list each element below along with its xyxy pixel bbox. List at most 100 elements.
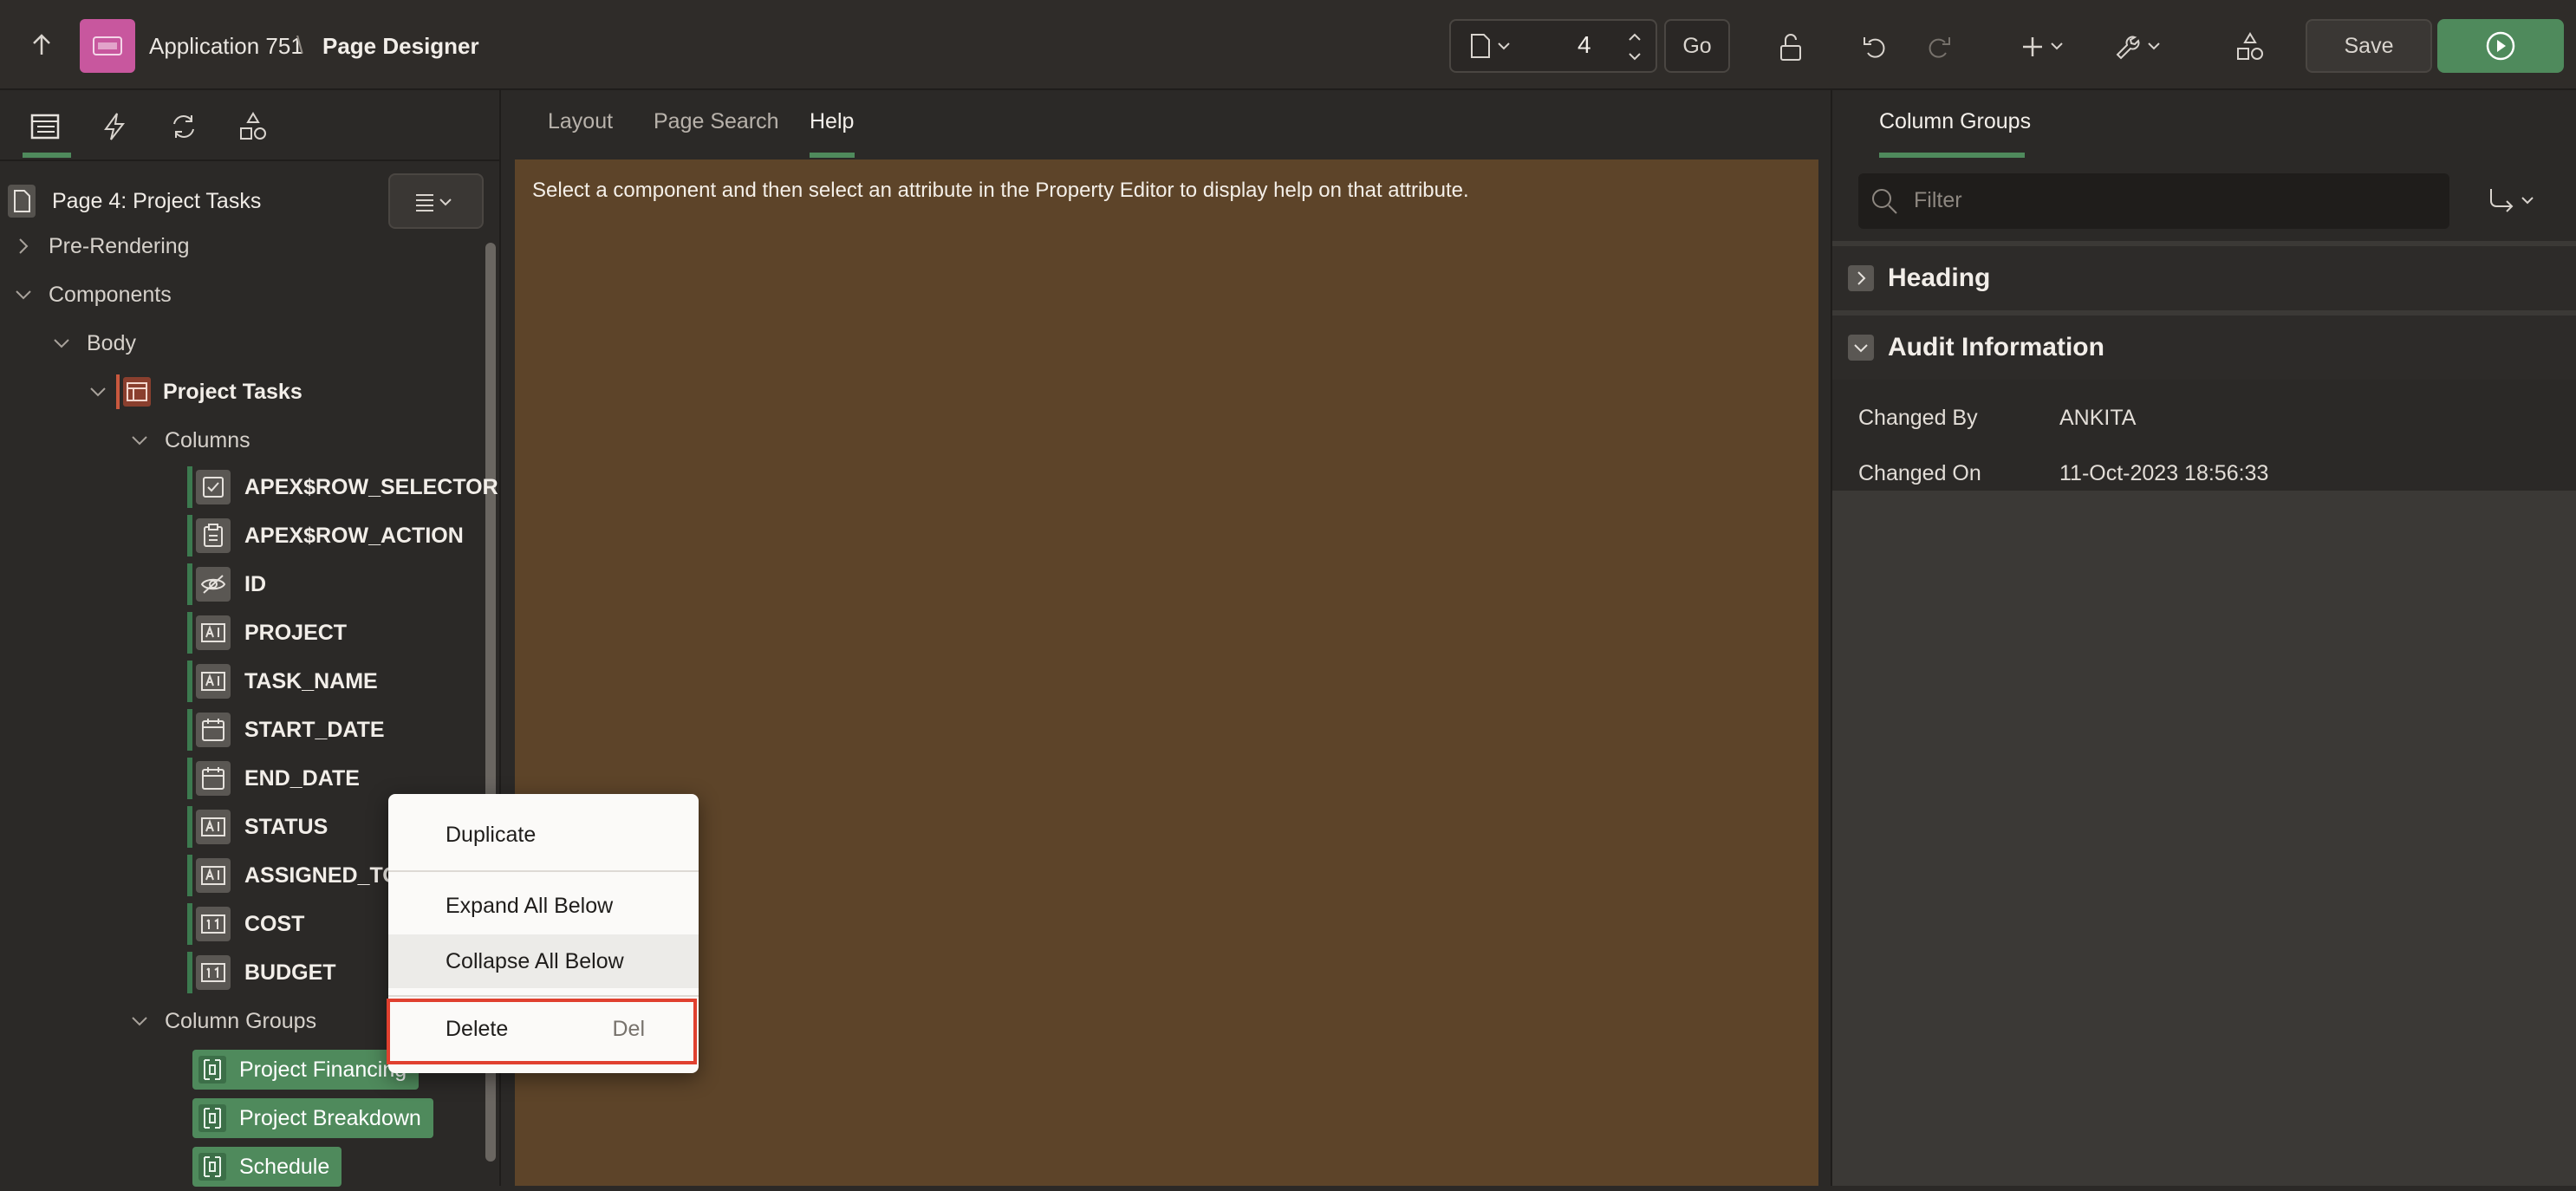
clipboard-icon — [196, 518, 231, 553]
shared-components-icon[interactable] — [2231, 28, 2269, 66]
add-menu-icon[interactable] — [2016, 29, 2073, 64]
chevron-down-icon[interactable] — [130, 431, 149, 450]
lock-icon[interactable] — [1772, 28, 1810, 66]
tree-components[interactable]: Components — [14, 270, 172, 319]
column-cost[interactable]: COST — [196, 900, 304, 948]
tab-column-groups[interactable]: Column Groups — [1879, 109, 2031, 134]
shared-components-tab-icon[interactable] — [234, 107, 272, 146]
tree-menu-button[interactable] — [388, 173, 484, 229]
undo-icon[interactable] — [1857, 28, 1895, 66]
top-toolbar: Application 751 \ Page Designer 4 Go Sav… — [0, 0, 2576, 90]
tree-label: ASSIGNED_TO — [244, 862, 400, 888]
section-heading[interactable]: Heading — [1832, 246, 2576, 310]
text-field-icon — [196, 664, 231, 699]
redo-icon[interactable] — [1919, 28, 1957, 66]
item-bar — [187, 563, 192, 605]
save-button[interactable]: Save — [2306, 19, 2432, 73]
column-group-icon — [198, 1103, 227, 1133]
tree-label: Project Breakdown — [239, 1105, 421, 1130]
item-bar — [187, 806, 192, 848]
search-icon — [1872, 189, 1897, 214]
tree-body[interactable]: Body — [52, 319, 136, 368]
item-bar — [187, 903, 192, 945]
tree-label: Pre-Rendering — [49, 233, 190, 258]
app-name-link[interactable]: Application 751 — [149, 33, 303, 60]
tree-columns[interactable]: Columns — [130, 416, 250, 465]
rendering-tab-icon[interactable] — [26, 107, 64, 146]
tree-label: APEX$ROW_SELECTOR — [244, 474, 498, 499]
processing-tab-icon[interactable] — [165, 107, 203, 146]
tree-page-node[interactable]: Page 4: Project Tasks — [7, 177, 261, 225]
column-start-date[interactable]: START_DATE — [196, 706, 385, 754]
wrench-icon[interactable] — [2110, 28, 2170, 66]
page-stepper[interactable] — [1617, 23, 1652, 71]
tree-label: Body — [87, 330, 136, 355]
go-button[interactable]: Go — [1664, 19, 1730, 73]
chevron-down-icon[interactable] — [1848, 335, 1874, 361]
column-task-name[interactable]: TASK_NAME — [196, 657, 378, 706]
column-project[interactable]: PROJECT — [196, 609, 347, 657]
tree-label: START_DATE — [244, 717, 385, 742]
tree-pre-rendering[interactable]: Pre-Rendering — [14, 222, 190, 270]
tree-column-groups[interactable]: Column Groups — [130, 997, 316, 1045]
chevron-down-icon[interactable] — [52, 334, 71, 353]
item-bar — [187, 855, 192, 896]
tree-region-project-tasks[interactable]: Project Tasks — [88, 368, 302, 416]
column-id[interactable]: ID — [196, 560, 266, 609]
item-bar — [187, 466, 192, 508]
column-status[interactable]: STATUS — [196, 803, 328, 851]
dynamic-actions-tab-icon[interactable] — [95, 107, 133, 146]
changed-by-label: Changed By — [1858, 406, 1978, 430]
group-project-breakdown[interactable]: Project Breakdown — [192, 1094, 433, 1142]
breadcrumb-separator: \ — [296, 31, 303, 58]
tab-help[interactable]: Help — [810, 109, 854, 134]
tree-label: TASK_NAME — [244, 668, 378, 693]
tree-label: END_DATE — [244, 765, 360, 791]
property-editor-panel: Column Groups Filter Heading Audit Infor… — [1831, 90, 2576, 1186]
section-audit-information[interactable]: Audit Information — [1832, 316, 2576, 380]
menu-item-duplicate[interactable]: Duplicate — [388, 808, 699, 862]
run-button[interactable] — [2437, 19, 2564, 73]
column-apex-row-selector[interactable]: APEX$ROW_SELECTOR — [196, 463, 498, 511]
column-group-icon — [198, 1152, 227, 1181]
tree-label: Components — [49, 282, 172, 307]
page-icon[interactable] — [1465, 31, 1517, 61]
tree-label: Column Groups — [165, 1008, 317, 1033]
group-project-financing[interactable]: Project Financing — [192, 1045, 420, 1094]
column-end-date[interactable]: END_DATE — [196, 754, 360, 803]
chevron-right-icon[interactable] — [14, 237, 33, 256]
tab-page-search[interactable]: Page Search — [654, 109, 779, 134]
filter-field[interactable]: Filter — [1858, 173, 2449, 229]
text-field-icon — [196, 810, 231, 844]
column-assigned-to[interactable]: ASSIGNED_TO — [196, 851, 400, 900]
tree-label: Project Tasks — [163, 379, 302, 404]
chevron-down-icon[interactable] — [14, 285, 33, 304]
help-text: Select a component and then select an at… — [532, 179, 1469, 202]
app-icon — [80, 19, 135, 73]
calendar-icon — [196, 761, 231, 796]
active-tab-indicator — [810, 153, 855, 158]
tree-page-label: Page 4: Project Tasks — [52, 188, 262, 213]
chevron-right-icon[interactable] — [1848, 265, 1874, 291]
tab-layout[interactable]: Layout — [548, 109, 613, 134]
chevron-down-icon[interactable] — [88, 382, 107, 401]
chevron-down-icon[interactable] — [130, 1012, 149, 1031]
tree-label: BUDGET — [244, 960, 336, 985]
menu-divider — [388, 870, 699, 872]
up-arrow-icon[interactable] — [24, 28, 59, 62]
go-to-group-icon[interactable] — [2482, 180, 2543, 222]
group-schedule[interactable]: Schedule — [192, 1142, 342, 1191]
tree-label: APEX$ROW_ACTION — [244, 523, 464, 548]
menu-item-collapse-all-below[interactable]: Collapse All Below — [388, 934, 699, 988]
active-tab-indicator — [23, 153, 71, 158]
tree-label: STATUS — [244, 814, 329, 839]
column-apex-row-action[interactable]: APEX$ROW_ACTION — [196, 511, 464, 560]
center-panel: Layout Page Search Help Select a compone… — [503, 90, 1829, 1186]
page-number-input[interactable]: 4 — [1577, 31, 1591, 59]
changed-on-label: Changed On — [1858, 461, 1981, 485]
column-budget[interactable]: BUDGET — [196, 948, 336, 997]
calendar-icon — [196, 713, 231, 747]
number-field-icon — [196, 955, 231, 990]
filter-placeholder: Filter — [1914, 188, 1962, 212]
menu-item-expand-all-below[interactable]: Expand All Below — [388, 879, 699, 933]
